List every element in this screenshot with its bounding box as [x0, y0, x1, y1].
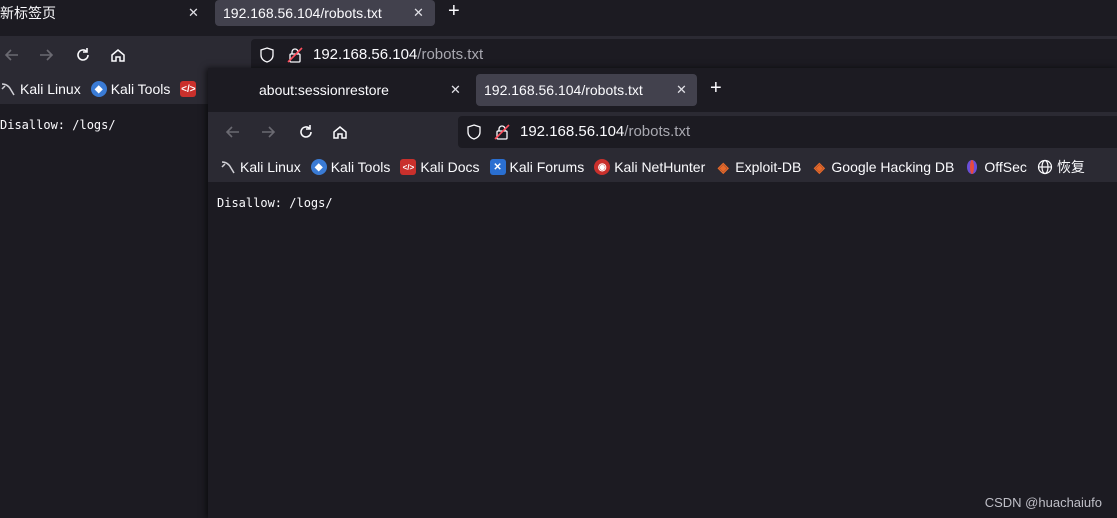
tab-bar: 新标签页 ✕ 192.168.56.104/robots.txt ✕ +: [0, 0, 1117, 26]
close-icon[interactable]: ✕: [676, 82, 687, 98]
kali-forums-icon: ✕: [489, 159, 506, 175]
url-path: /robots.txt: [417, 46, 484, 63]
bookmark-label: 恢复: [1056, 159, 1085, 175]
plus-icon[interactable]: +: [448, 0, 460, 23]
kali-nethunter-icon: ◉: [594, 159, 611, 175]
tab-title: 新标签页: [0, 5, 56, 21]
tab-bar: about:sessionrestore ✕ 192.168.56.104/ro…: [208, 68, 1117, 106]
home-icon[interactable]: [328, 120, 352, 144]
bookmark-label: Kali Tools: [110, 81, 171, 97]
insecure-lock-icon[interactable]: [494, 124, 510, 140]
bookmark-label: Kali Linux: [240, 159, 301, 175]
tab-robots[interactable]: 192.168.56.104/robots.txt ✕: [476, 74, 697, 106]
watermark: CSDN @huachaiufo: [984, 495, 1102, 510]
navigation-bar: 192.168.56.104/robots.txt: [208, 112, 1117, 152]
bookmark-exploit-db[interactable]: ◈ Exploit-DB: [715, 158, 802, 176]
bookmark-label: Kali Linux: [20, 81, 81, 97]
kali-dragon-icon: [0, 81, 16, 97]
url-bar[interactable]: 192.168.56.104/robots.txt: [458, 116, 1117, 148]
home-icon[interactable]: [106, 43, 130, 67]
bookmark-kali-nethunter[interactable]: ◉ Kali NetHunter: [594, 159, 705, 175]
kali-tools-icon: ◆: [310, 159, 327, 175]
url-text: 192.168.56.104/robots.txt: [313, 46, 483, 64]
robots-text: Disallow: /logs/: [0, 118, 116, 132]
kali-dragon-icon: [220, 159, 236, 175]
bookmark-kali-forums[interactable]: ✕ Kali Forums: [489, 159, 585, 175]
bookmark-offsec[interactable]: OffSec: [964, 159, 1027, 175]
bookmark-label: Google Hacking DB: [831, 159, 955, 175]
bookmark-kali-docs[interactable]: </>: [180, 81, 200, 97]
url-host: 192.168.56.104: [520, 123, 625, 140]
shield-icon[interactable]: [466, 124, 482, 140]
tab-new-tab[interactable]: 新标签页 ✕: [0, 0, 210, 26]
reload-icon[interactable]: [71, 43, 95, 67]
bookmark-label: OffSec: [984, 159, 1027, 175]
bookmarks-toolbar: Kali Linux ◆ Kali Tools </> Kali Docs ✕ …: [208, 152, 1117, 182]
bookmark-label: Exploit-DB: [735, 159, 802, 175]
forward-arrow-icon[interactable]: [256, 120, 280, 144]
bookmark-label: Kali NetHunter: [614, 159, 706, 175]
bookmark-google-hacking-db[interactable]: ◈ Google Hacking DB: [811, 158, 955, 176]
globe-icon: [1037, 159, 1053, 175]
insecure-lock-icon[interactable]: [287, 47, 303, 63]
bookmark-label: Kali Tools: [330, 159, 391, 175]
ghdb-icon: ◈: [814, 158, 825, 175]
reload-icon[interactable]: [294, 120, 318, 144]
forward-arrow-icon[interactable]: [34, 43, 58, 67]
bookmark-label: Kali Docs: [420, 159, 480, 175]
url-path: /robots.txt: [624, 123, 691, 140]
tab-title: 192.168.56.104/robots.txt: [223, 5, 382, 21]
bookmark-label: Kali Forums: [509, 159, 585, 175]
robots-text: Disallow: /logs/: [217, 196, 333, 210]
bookmark-kali-docs[interactable]: </> Kali Docs: [400, 159, 480, 175]
back-arrow-icon[interactable]: [221, 120, 245, 144]
kali-tools-icon: ◆: [90, 81, 107, 97]
url-text: 192.168.56.104/robots.txt: [520, 123, 690, 141]
exploit-db-icon: ◈: [717, 158, 729, 175]
bookmark-kali-linux[interactable]: Kali Linux: [0, 81, 81, 97]
close-icon[interactable]: ✕: [413, 5, 424, 21]
url-bar[interactable]: 192.168.56.104/robots.txt: [251, 39, 1117, 71]
tab-title: 192.168.56.104/robots.txt: [484, 82, 643, 98]
close-icon[interactable]: ✕: [450, 82, 461, 98]
offsec-icon: [964, 159, 980, 175]
bookmark-kali-tools[interactable]: ◆ Kali Tools: [310, 159, 391, 175]
back-arrow-icon[interactable]: [0, 43, 24, 67]
shield-icon[interactable]: [259, 47, 275, 63]
bookmark-kali-tools[interactable]: ◆ Kali Tools: [90, 81, 171, 97]
bookmark-kali-linux[interactable]: Kali Linux: [220, 159, 301, 175]
foreground-browser-window: about:sessionrestore ✕ 192.168.56.104/ro…: [208, 68, 1117, 518]
tab-title: about:sessionrestore: [259, 82, 389, 98]
close-icon[interactable]: ✕: [188, 5, 199, 21]
tab-robots[interactable]: 192.168.56.104/robots.txt ✕: [215, 0, 435, 26]
bookmark-restore[interactable]: 恢复: [1037, 157, 1085, 177]
page-content: Disallow: /logs/: [208, 182, 1117, 518]
kali-docs-icon: </>: [180, 81, 197, 97]
url-host: 192.168.56.104: [313, 46, 418, 63]
tab-session-restore[interactable]: about:sessionrestore ✕: [250, 75, 470, 105]
kali-docs-icon: </>: [400, 159, 417, 175]
plus-icon[interactable]: +: [710, 77, 722, 100]
